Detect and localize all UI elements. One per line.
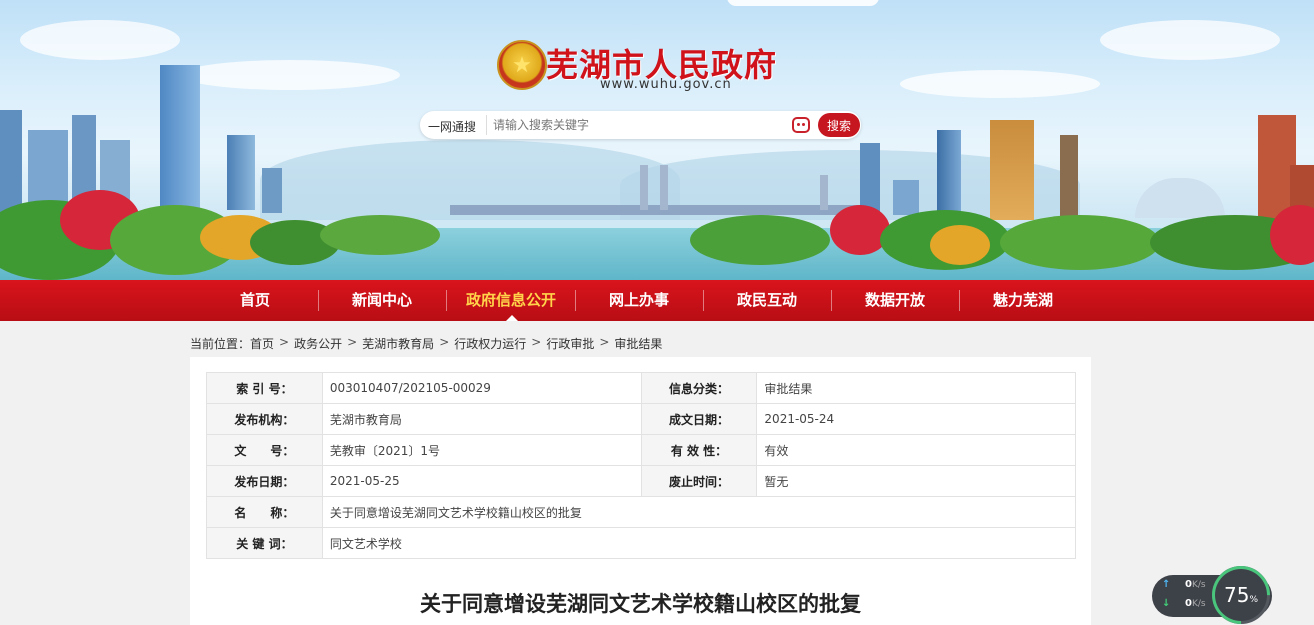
nav-item-home[interactable]: 首页	[200, 280, 310, 321]
created-date-label: 成文日期：	[640, 403, 758, 435]
published-date-value: 2021-05-25	[321, 465, 642, 497]
search-scope-label[interactable]: 一网通搜	[428, 118, 476, 135]
active-nav-caret	[506, 315, 518, 321]
breadcrumb-item-home[interactable]: 首页	[250, 335, 274, 352]
cloud-decoration	[1100, 20, 1280, 60]
skyscraper-decoration	[937, 130, 961, 215]
gauge-percent-value: 75	[1223, 583, 1250, 607]
breadcrumb-separator: >	[531, 335, 542, 349]
download-speed: ↓ 0K/s	[1162, 598, 1206, 609]
upload-speed-unit: K/s	[1192, 580, 1206, 590]
memory-usage-gauge[interactable]: 75%	[1199, 553, 1283, 625]
breadcrumb-separator: >	[347, 335, 358, 349]
gauge-percent: 75%	[1215, 583, 1267, 607]
skyscraper-decoration	[160, 65, 200, 215]
breadcrumb-separator: >	[279, 335, 290, 349]
validity-value: 有效	[756, 434, 1076, 466]
upload-speed: ↑ 0K/s	[1162, 579, 1206, 590]
cloud-decoration	[180, 60, 400, 90]
expire-time-value: 暂无	[756, 465, 1076, 497]
document-card: 索 引 号： 003010407/202105-00029 信息分类： 审批结果…	[190, 357, 1091, 625]
breadcrumb-separator: >	[439, 335, 450, 349]
table-row: 文 号： 芜教审〔2021〕1号 有 效 性： 有效	[206, 434, 1076, 466]
doc-number-value: 芜教审〔2021〕1号	[321, 434, 642, 466]
skyscraper-decoration	[227, 135, 255, 210]
tree-decoration	[1000, 215, 1160, 270]
document-metadata-table: 索 引 号： 003010407/202105-00029 信息分类： 审批结果…	[206, 372, 1077, 559]
main-nav: 首页 新闻中心 政府信息公开 网上办事 政民互动 数据开放 魅力芜湖	[0, 280, 1314, 321]
breadcrumb-prefix: 当前位置：	[190, 337, 251, 351]
published-date-label: 发布日期：	[206, 465, 323, 497]
breadcrumb-item-gov-affairs[interactable]: 政务公开	[294, 335, 342, 352]
table-row: 发布日期： 2021-05-25 废止时间： 暂无	[206, 465, 1076, 497]
breadcrumb-item-admin-approval[interactable]: 行政审批	[546, 335, 594, 352]
index-number-label: 索 引 号：	[206, 372, 323, 404]
created-date-value: 2021-05-24	[756, 403, 1076, 435]
breadcrumb-item-admin-power[interactable]: 行政权力运行	[454, 335, 526, 352]
table-row: 发布机构： 芜湖市教育局 成文日期： 2021-05-24	[206, 403, 1076, 435]
stadium-decoration	[1135, 178, 1225, 218]
skyscraper-decoration	[860, 143, 880, 213]
publisher-value: 芜湖市教育局	[321, 403, 642, 435]
tree-decoration	[690, 215, 830, 265]
header-banner: ★ 芜湖市人民政府 www.wuhu.gov.cn 一网通搜 搜索	[0, 0, 1314, 280]
validity-label: 有 效 性：	[640, 434, 758, 466]
bridge-tower-decoration	[660, 165, 668, 210]
doc-name-value: 关于同意增设芜湖同文艺术学校籍山校区的批复	[321, 496, 1077, 528]
doc-name-label: 名 称：	[206, 496, 323, 528]
bridge-tower-decoration	[820, 175, 828, 210]
nav-divider	[318, 290, 319, 311]
category-label: 信息分类：	[640, 372, 758, 404]
skyscraper-decoration	[893, 180, 919, 215]
index-number-value: 003010407/202105-00029	[321, 372, 642, 404]
tree-decoration	[930, 225, 990, 265]
skyscraper-decoration	[262, 168, 282, 213]
doc-number-label: 文 号：	[206, 434, 323, 466]
pagoda-decoration	[990, 120, 1034, 220]
upload-speed-value: 0	[1185, 579, 1192, 590]
tree-decoration	[320, 215, 440, 255]
document-title: 关于同意增设芜湖同文艺术学校籍山校区的批复	[420, 592, 861, 616]
tree-decoration	[830, 205, 890, 255]
nav-item-open-data[interactable]: 数据开放	[840, 280, 950, 321]
breadcrumb-item-education-bureau[interactable]: 芜湖市教育局	[362, 335, 434, 352]
top-bar-pill	[727, 0, 879, 6]
breadcrumb-separator: >	[599, 335, 610, 349]
category-value: 审批结果	[756, 372, 1076, 404]
gauge-percent-unit: %	[1249, 595, 1258, 605]
nav-divider	[959, 290, 960, 311]
keywords-label: 关 键 词：	[206, 527, 323, 559]
nav-divider	[575, 290, 576, 311]
nav-divider	[446, 290, 447, 311]
nav-divider	[703, 290, 704, 311]
cloud-decoration	[900, 70, 1100, 98]
sculpture-decoration	[1060, 135, 1078, 220]
cloud-decoration	[20, 20, 180, 60]
download-speed-unit: K/s	[1192, 599, 1206, 609]
download-arrow-icon: ↓	[1162, 598, 1171, 609]
table-row: 索 引 号： 003010407/202105-00029 信息分类： 审批结果	[206, 372, 1076, 404]
nav-item-charm-wuhu[interactable]: 魅力芜湖	[968, 280, 1078, 321]
nav-item-online-services[interactable]: 网上办事	[584, 280, 694, 321]
bridge-tower-decoration	[640, 165, 648, 210]
national-emblem-icon: ★	[497, 40, 547, 90]
download-speed-value: 0	[1185, 598, 1192, 609]
breadcrumb: 当前位置： 首页 > 政务公开 > 芜湖市教育局 > 行政权力运行 > 行政审批…	[190, 335, 662, 352]
nav-item-interaction[interactable]: 政民互动	[712, 280, 822, 321]
nav-item-news[interactable]: 新闻中心	[327, 280, 437, 321]
search-input[interactable]	[486, 115, 786, 135]
search-button[interactable]: 搜索	[818, 113, 860, 137]
nav-divider	[831, 290, 832, 311]
bridge-decoration	[450, 205, 860, 215]
table-row: 关 键 词： 同文艺术学校	[206, 527, 1077, 559]
publisher-label: 发布机构：	[206, 403, 323, 435]
keywords-value: 同文艺术学校	[321, 527, 1077, 559]
breadcrumb-item-approval-result[interactable]: 审批结果	[614, 335, 662, 352]
upload-arrow-icon: ↑	[1162, 579, 1171, 590]
site-domain: www.wuhu.gov.cn	[600, 77, 732, 92]
robot-assistant-icon[interactable]	[792, 117, 810, 133]
table-row: 名 称： 关于同意增设芜湖同文艺术学校籍山校区的批复	[206, 496, 1077, 528]
expire-time-label: 废止时间：	[640, 465, 758, 497]
search-bar: 一网通搜 搜索	[420, 111, 861, 139]
